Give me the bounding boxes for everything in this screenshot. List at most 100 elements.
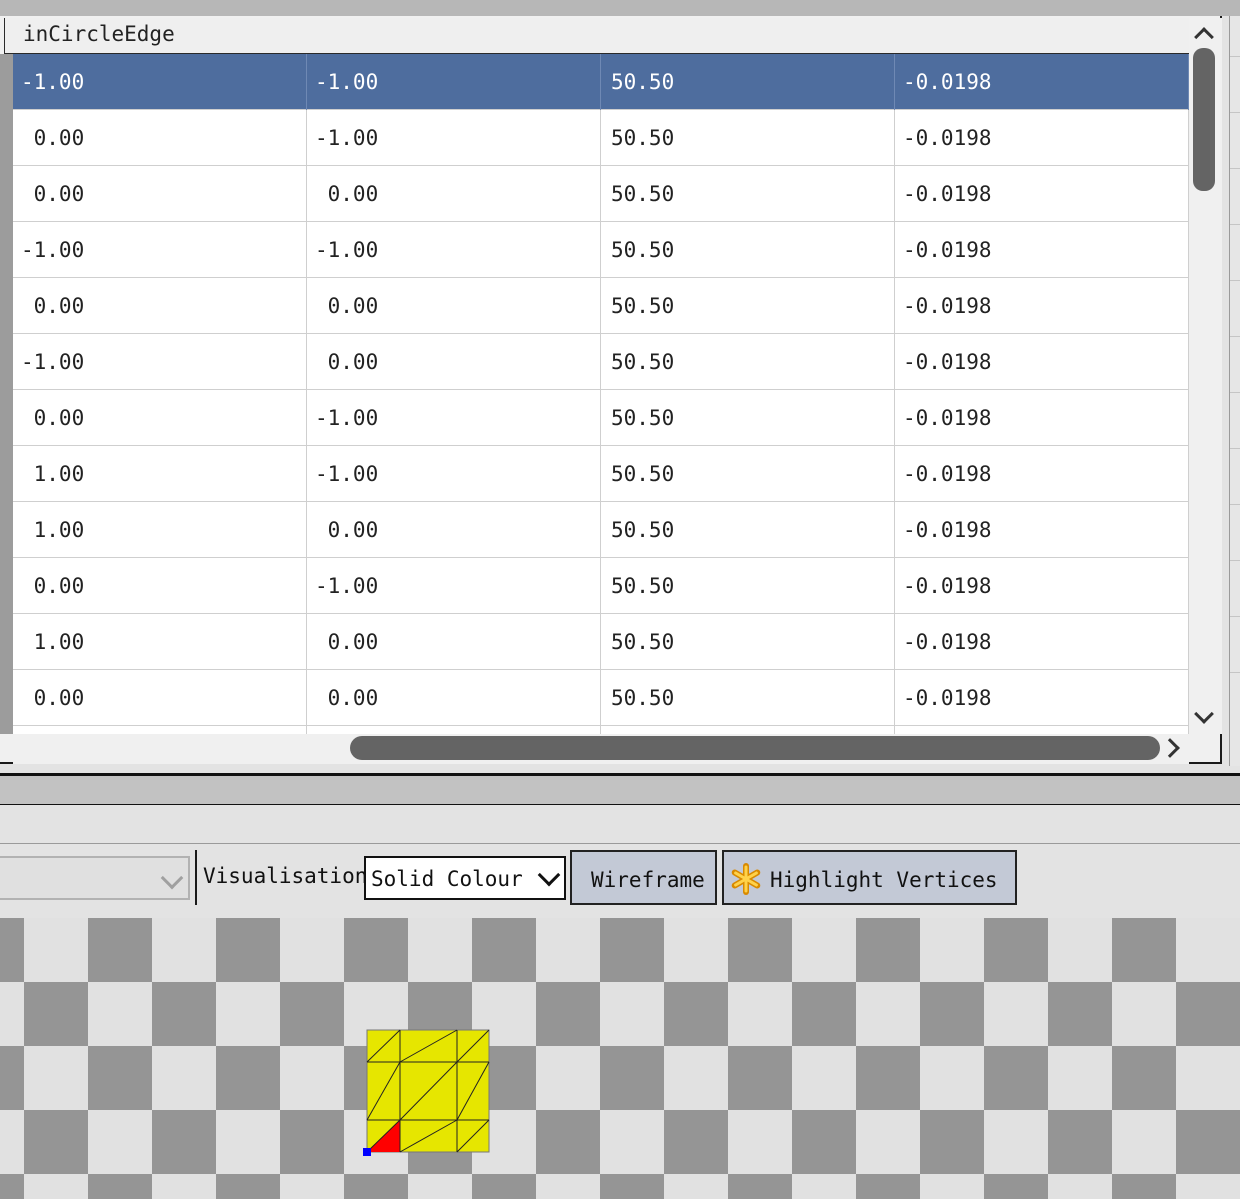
table-cell[interactable]: 0.00 [307,278,601,334]
highlight-vertices-label: Highlight Vertices [770,868,998,892]
table-cell[interactable]: 50.50 [601,278,895,334]
checker-tile [472,918,536,982]
checker-tile [0,1046,24,1110]
table-cell[interactable]: 50.50 [601,670,895,726]
table-cell[interactable]: -1.00 [307,446,601,502]
table-cell[interactable]: -0.0198 [895,334,1189,390]
table-cell[interactable]: -0.0198 [895,446,1189,502]
table-row[interactable]: 1.00 0.00 50.50 -0.0198 [13,614,1189,670]
table-cell[interactable]: -1.00 [307,222,601,278]
table-cell[interactable]: 0.00 [307,166,601,222]
table-cell[interactable]: -1.00 [307,54,601,110]
table-cell[interactable]: 0.00 [13,166,307,222]
table-column-header[interactable]: inCircleEdge [4,18,1190,54]
table-cell[interactable]: 0.00 [307,614,601,670]
visualisation-select[interactable]: Solid Colour [364,856,566,900]
table-cell[interactable] [307,726,601,734]
table-cell[interactable]: -0.0198 [895,166,1189,222]
table-row[interactable]: 1.00 0.00 50.50 -0.0198 [13,502,1189,558]
checker-tile [1112,1174,1176,1199]
table-cell[interactable]: -1.00 [307,110,601,166]
vertical-scroll-thumb[interactable] [1193,48,1215,191]
scroll-right-icon[interactable] [1160,738,1180,758]
table-cell[interactable]: -0.0198 [895,614,1189,670]
table-row[interactable]: -1.00 -1.00 50.50 -0.0198 [13,222,1189,278]
table-cell[interactable]: -1.00 [307,558,601,614]
table-cell[interactable]: 50.50 [601,502,895,558]
scroll-down-icon[interactable] [1194,704,1214,724]
table-cell[interactable]: 0.00 [13,390,307,446]
checker-tile [536,1046,600,1110]
table-cell[interactable]: 1.00 [13,446,307,502]
table-cell[interactable] [601,726,895,734]
table-cell[interactable]: 0.00 [13,110,307,166]
table-cell[interactable]: -0.0198 [895,558,1189,614]
table-row[interactable]: 0.00 0.00 50.50 -0.0198 [13,670,1189,726]
table-cell[interactable]: -0.0198 [895,278,1189,334]
checker-tile [472,1174,536,1199]
table-cell[interactable] [13,726,307,734]
checker-tile [1176,982,1240,1046]
checker-tile [1176,1174,1240,1199]
scroll-up-icon[interactable] [1194,27,1214,47]
table-cell[interactable]: 50.50 [601,110,895,166]
table-cell[interactable] [895,726,1189,734]
table-cell[interactable]: 0.00 [13,278,307,334]
column-header-label: inCircleEdge [23,22,175,46]
table-row[interactable]: 0.00 -1.00 50.50 -0.0198 [13,558,1189,614]
selector-dropdown[interactable] [0,856,190,900]
checker-tile [728,1110,792,1174]
table-cell[interactable]: -0.0198 [895,390,1189,446]
horizontal-scroll-thumb[interactable] [350,736,1160,760]
table-cell[interactable]: 0.00 [307,670,601,726]
table-cell[interactable]: 0.00 [13,558,307,614]
checker-tile [88,1174,152,1199]
table-cell[interactable]: -1.00 [307,390,601,446]
table-cell[interactable]: 50.50 [601,390,895,446]
table-cell[interactable]: 0.00 [307,334,601,390]
table-cell[interactable]: -0.0198 [895,54,1189,110]
table-cell[interactable]: -1.00 [13,222,307,278]
top-strip [0,0,1240,16]
wireframe-button[interactable]: Wireframe [570,850,717,905]
table-row[interactable]: 0.00 -1.00 50.50 -0.0198 [13,110,1189,166]
table-cell[interactable]: 50.50 [601,334,895,390]
checker-tile [536,982,600,1046]
table-cell[interactable]: 0.00 [307,502,601,558]
table-cell[interactable]: 50.50 [601,558,895,614]
highlight-vertices-button[interactable]: Highlight Vertices [722,850,1017,905]
table-cell[interactable]: 50.50 [601,54,895,110]
table-cell[interactable]: -1.00 [13,54,307,110]
table-row[interactable]: 0.00 0.00 50.50 -0.0198 [13,278,1189,334]
render-viewport[interactable] [0,918,1240,1199]
chevron-down-icon [537,863,561,887]
checker-tile [856,1174,920,1199]
table-cell[interactable]: -0.0198 [895,502,1189,558]
table-cell[interactable]: 50.50 [601,222,895,278]
table-cell[interactable]: -0.0198 [895,222,1189,278]
table-row[interactable]: 0.00 0.00 50.50 -0.0198 [13,166,1189,222]
table-row[interactable]: -1.00 0.00 50.50 -0.0198 [13,334,1189,390]
mesh [363,1029,490,1156]
table-row[interactable] [13,726,1189,734]
table-cell[interactable]: 1.00 [13,614,307,670]
checker-tile [856,1110,920,1174]
table-row[interactable]: -1.00 -1.00 50.50 -0.0198 [13,54,1189,110]
checker-tile [664,1046,728,1110]
checker-tile [792,982,856,1046]
table-cell[interactable]: 50.50 [601,166,895,222]
table-cell[interactable]: 50.50 [601,446,895,502]
checker-tile [1176,918,1240,982]
viewport-canvas[interactable] [0,918,1240,1199]
table-cell[interactable]: -1.00 [13,334,307,390]
checker-tile [344,918,408,982]
table-row[interactable]: 0.00 -1.00 50.50 -0.0198 [13,390,1189,446]
table-cell[interactable]: -0.0198 [895,110,1189,166]
table-row[interactable]: 1.00 -1.00 50.50 -0.0198 [13,446,1189,502]
checker-tile [664,1110,728,1174]
table-cell[interactable]: 0.00 [13,670,307,726]
table-cell[interactable]: 1.00 [13,502,307,558]
checker-tile [920,1046,984,1110]
table-cell[interactable]: 50.50 [601,614,895,670]
table-cell[interactable]: -0.0198 [895,670,1189,726]
